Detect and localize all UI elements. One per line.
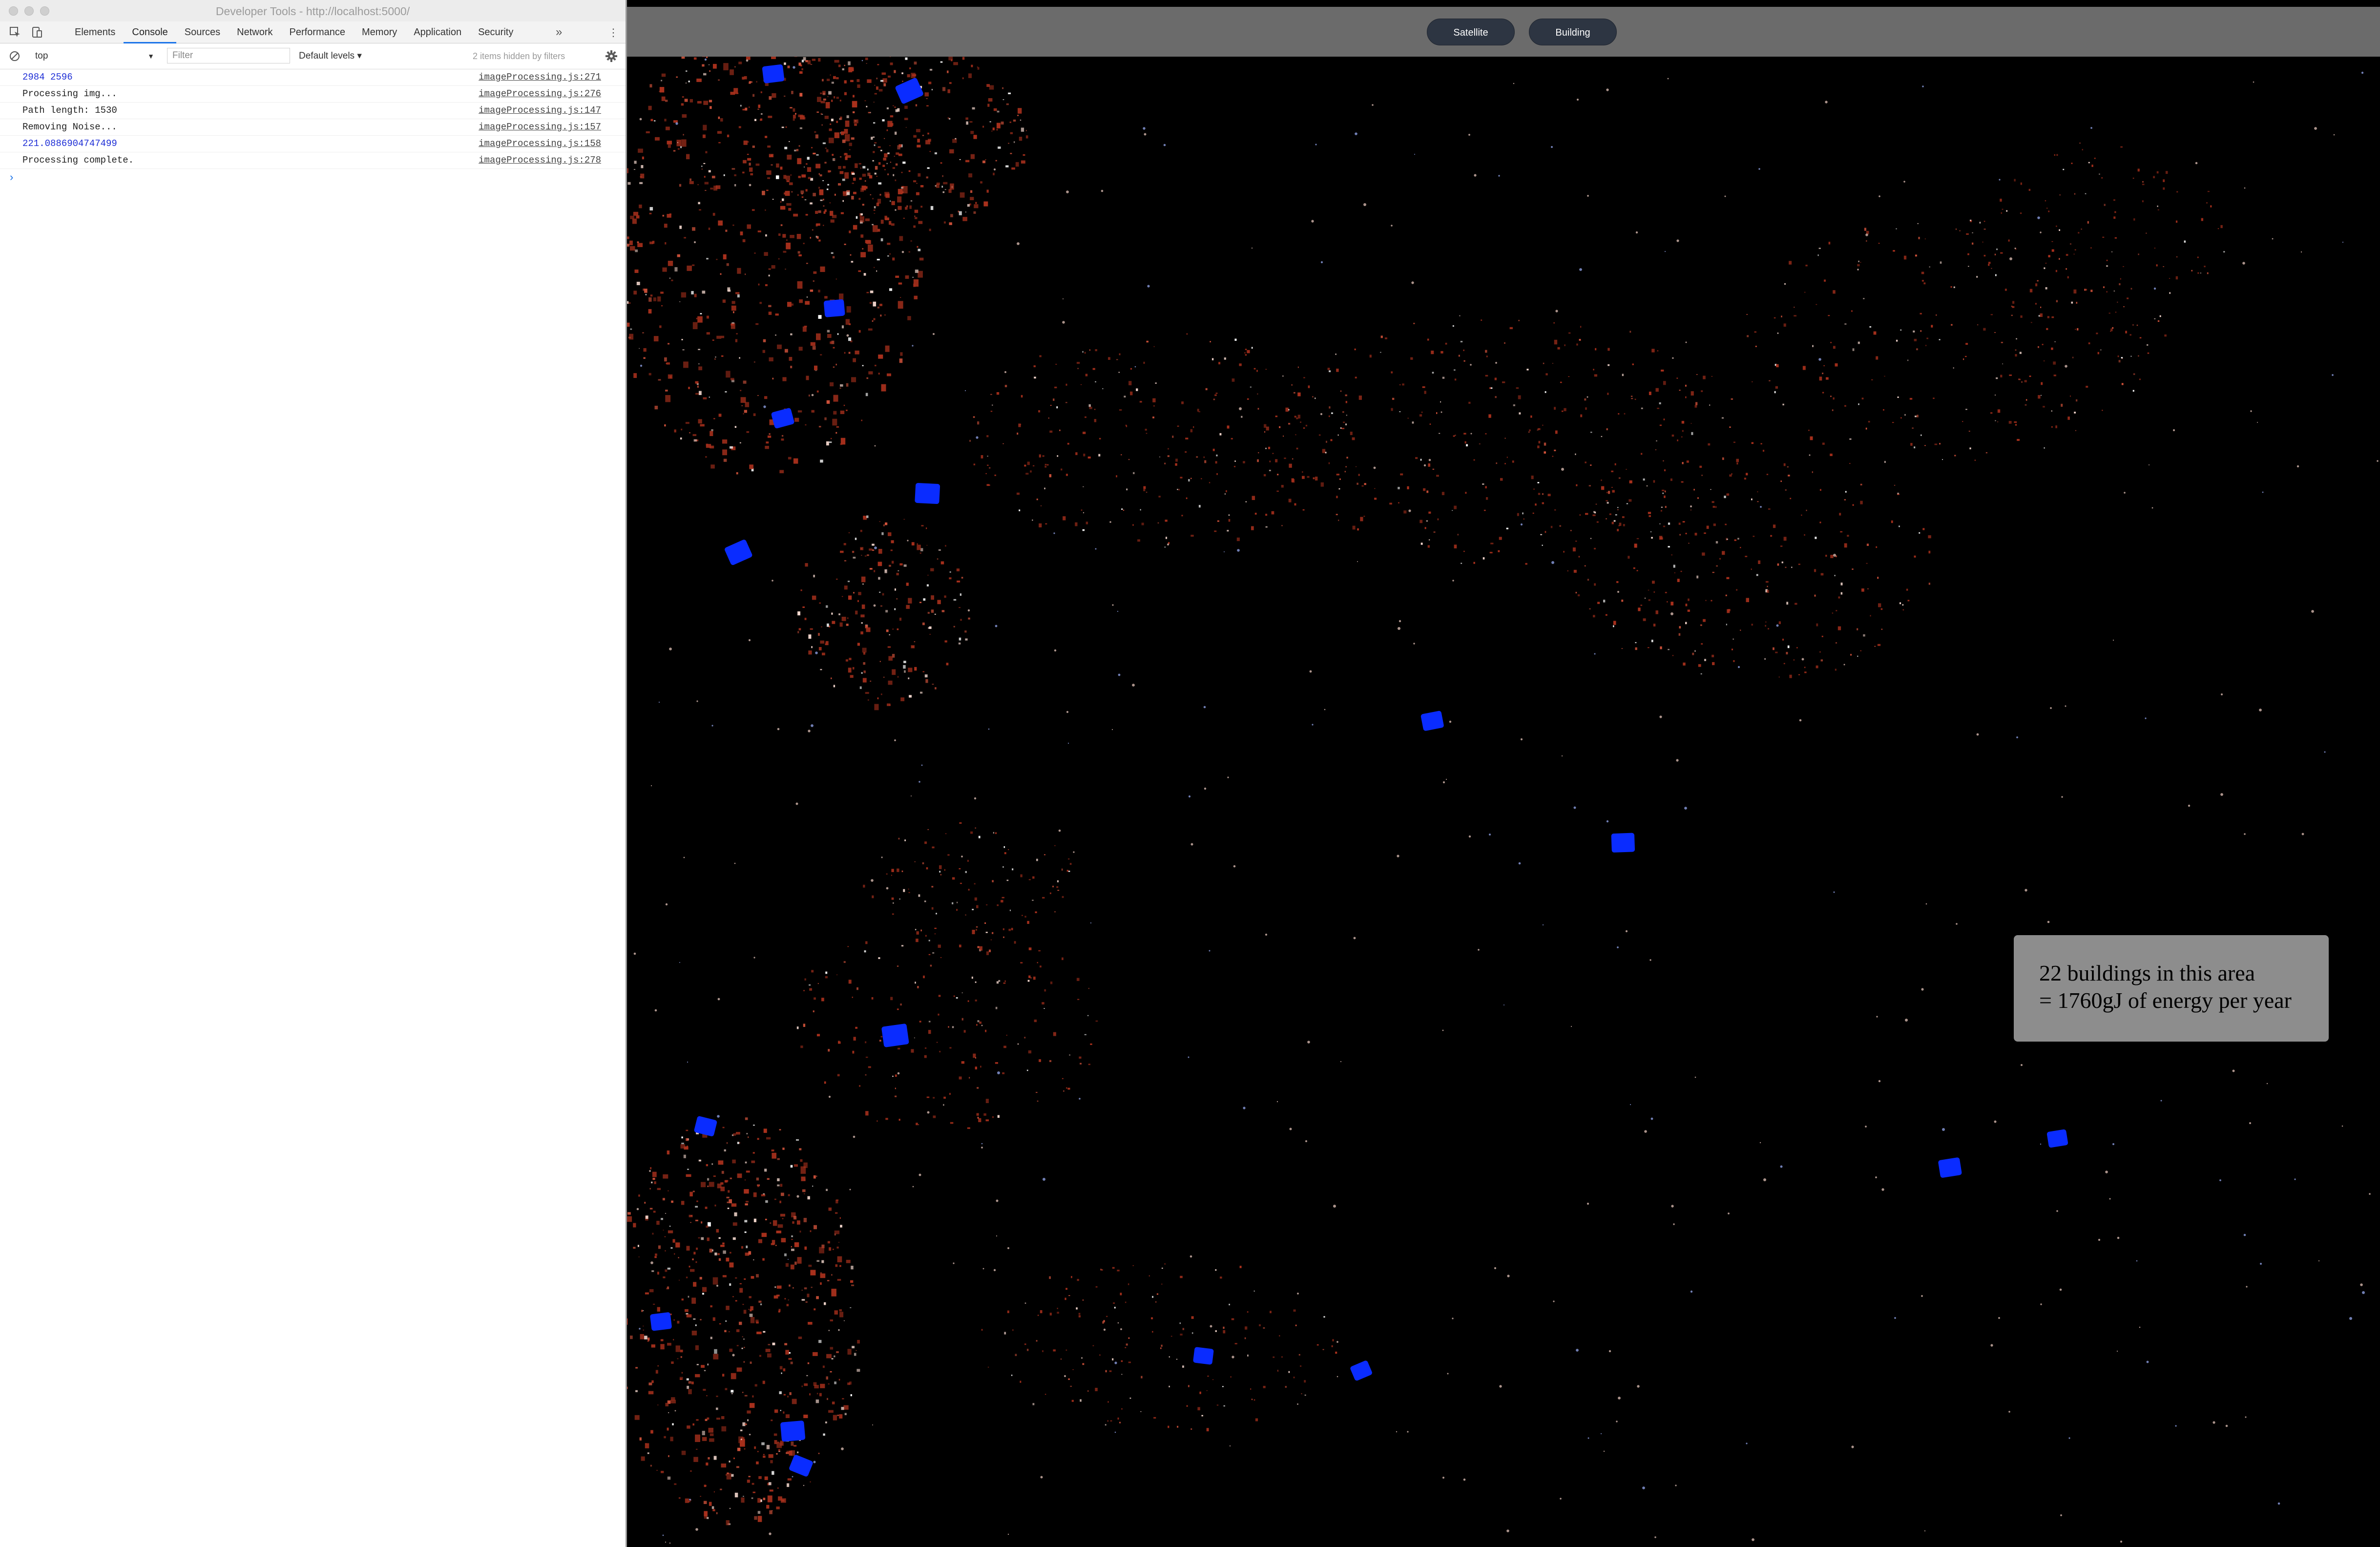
settings-gear-icon[interactable] [605,50,618,63]
devtools-titlebar: Developer Tools - http://localhost:5000/ [0,0,626,22]
log-message: 221.0886904747499 [22,138,117,149]
prompt-caret: › [8,172,15,184]
console-log-row: Processing complete. imageProcessing.js:2… [0,152,626,169]
processed-satellite-map [627,11,2379,1544]
context-select-value: top [35,51,48,61]
console-log-row: Path length: 1530 imageProcessing.js:147 [0,103,626,119]
console-log-row: Processing img... imageProcessing.js:276 [0,86,626,103]
clear-console-icon[interactable] [9,50,21,62]
building-marker [771,408,794,429]
building-marker [2046,1129,2068,1148]
log-source-link[interactable]: imageProcessing.js:157 [479,119,601,135]
devtools-title: Developer Tools - http://localhost:5000/ [215,5,410,18]
log-levels-select[interactable]: Default levels ▾ [299,48,362,64]
console-prompt[interactable]: › [0,169,626,188]
energy-estimate-text: = 1760gJ of energy per year [2039,988,2292,1013]
device-toolbar-icon[interactable] [30,26,43,39]
building-marker [1420,711,1444,731]
log-source-link[interactable]: imageProcessing.js:158 [479,136,601,152]
building-marker [725,540,752,565]
tab-performance[interactable]: Performance [281,21,354,43]
console-log-row: 2984 2596 imageProcessing.js:271 [0,69,626,86]
building-marker [823,299,845,317]
devtools-panel: Developer Tools - http://localhost:5000/… [0,0,627,1547]
devtools-tabbar: Elements Console Sources Network Performance… [0,21,626,43]
log-message: Removing Noise... [22,122,117,132]
log-message: 2984 2596 [22,72,73,83]
app-header: Satellite Building [627,7,2380,57]
console-log-row: 221.0886904747499 imageProcessing.js:158 [0,136,626,152]
context-select[interactable]: top ▼ [35,48,157,64]
energy-info-box: 22 buildings in this area = 1760gJ of en… [2014,935,2329,1042]
building-button[interactable]: Building [1529,19,1617,45]
inspect-icon[interactable] [9,26,21,39]
tab-elements[interactable]: Elements [66,21,124,43]
app-viewport: Satellite Building 22 buildings in this … [627,0,2380,1547]
building-marker [789,1455,813,1477]
building-marker [881,1024,909,1047]
building-marker [895,78,923,104]
building-marker [650,1312,672,1331]
building-marker [762,64,785,84]
console-filter-input[interactable] [167,48,290,63]
devtools-menu-button[interactable]: ⋮ [608,21,619,43]
log-source-link[interactable]: imageProcessing.js:271 [479,69,601,85]
building-marker [1350,1360,1372,1381]
console-filter-bar: top ▼ Default levels ▾ 2 items hidden by… [0,43,626,69]
log-source-link[interactable]: imageProcessing.js:276 [479,86,601,102]
hidden-items-note: 2 items hidden by filters [473,51,565,61]
log-source-link[interactable]: imageProcessing.js:278 [479,152,601,168]
chevron-down-icon: ▼ [147,52,154,60]
satellite-button[interactable]: Satellite [1427,19,1515,45]
building-marker [1611,833,1635,853]
tab-console[interactable]: Console [124,21,176,43]
more-tabs-button[interactable]: » [556,21,562,43]
log-message: Processing img... [22,88,117,99]
tab-network[interactable]: Network [229,21,281,43]
log-message: Processing complete. [22,155,134,166]
tab-sources[interactable]: Sources [176,21,229,43]
building-marker [780,1421,806,1442]
building-marker [1938,1157,1962,1178]
tab-security[interactable]: Security [470,21,522,43]
building-count-text: 22 buildings in this area [2039,961,2255,985]
tab-application[interactable]: Application [405,21,470,43]
tab-memory[interactable]: Memory [354,21,405,43]
log-source-link[interactable]: imageProcessing.js:147 [479,103,601,119]
building-marker [915,482,940,504]
console-log-row: Removing Noise... imageProcessing.js:157 [0,119,626,136]
building-marker [1193,1347,1214,1365]
log-message: Path length: 1530 [22,105,117,116]
devtools-tabs: Elements Console Sources Network Performance… [66,21,522,43]
console-log: 2984 2596 imageProcessing.js:271 Processin… [0,69,626,188]
